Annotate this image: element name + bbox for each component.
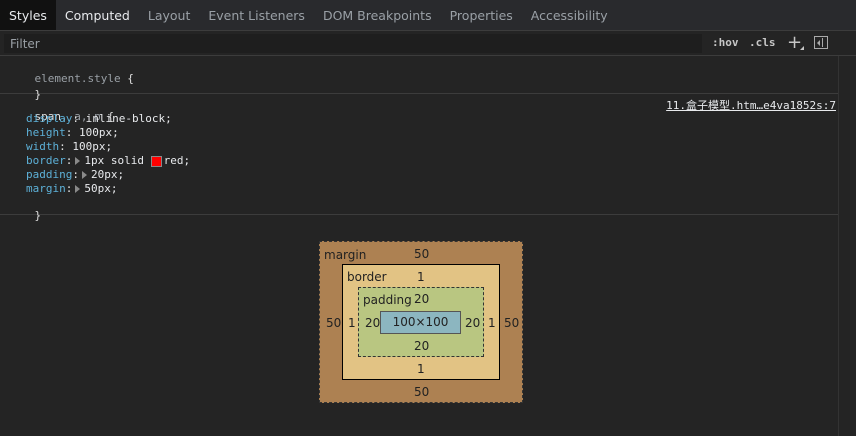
border-left-value[interactable]: 1 [348,316,356,330]
filter-input[interactable] [4,34,702,53]
margin-top-value[interactable]: 50 [414,247,429,261]
box-model-content[interactable]: 100×100 [380,311,461,334]
expand-triangle-icon[interactable] [81,171,87,179]
sidebar-tab-bar: Styles Computed Layout Event Listeners D… [0,0,856,31]
padding-left-value[interactable]: 20 [365,316,380,330]
margin-bottom-value[interactable]: 50 [414,385,429,399]
expand-triangle-icon[interactable] [75,157,81,165]
css-rule: span, a, p { 11.盒子模型.htm…e4va1852s:7 dis… [0,94,838,222]
color-swatch[interactable] [150,155,162,167]
rule-source-link[interactable]: 11.盒子模型.htm…e4va1852s:7 [666,97,836,113]
padding-top-value[interactable]: 20 [414,292,429,306]
scrollbar[interactable] [838,56,856,436]
declaration-display[interactable]: display: inline-block; [26,112,172,125]
declaration-height[interactable]: height: 100px; [26,126,119,139]
rule-open-brace: { [127,72,134,85]
tab-styles[interactable]: Styles [0,0,56,30]
border-label: border [347,270,387,284]
declaration-margin[interactable]: margin: 50px; [26,182,118,195]
element-style-selector: element.style [34,72,121,85]
tab-accessibility[interactable]: Accessibility [522,0,617,30]
rule-close-brace: } [34,209,42,222]
margin-right-value[interactable]: 50 [504,316,519,330]
border-bottom-value[interactable]: 1 [417,362,425,376]
expand-triangle-icon[interactable] [75,185,81,193]
declaration-padding[interactable]: padding: 20px; [26,168,124,181]
tab-event-listeners[interactable]: Event Listeners [199,0,314,30]
styles-toolbar: :hov .cls + [0,31,856,56]
tab-properties[interactable]: Properties [441,0,522,30]
tab-layout[interactable]: Layout [139,0,200,30]
cls-toggle-button[interactable]: .cls [749,36,776,49]
hov-toggle-button[interactable]: :hov [712,36,739,49]
element-style-rule: element.style { } [0,56,838,101]
margin-label: margin [324,248,367,262]
tab-computed[interactable]: Computed [56,0,139,30]
border-right-value[interactable]: 1 [488,316,496,330]
new-rule-corner-icon [800,46,804,50]
padding-label: padding [363,293,412,307]
border-top-value[interactable]: 1 [417,270,425,284]
padding-right-value[interactable]: 20 [465,316,480,330]
padding-bottom-value[interactable]: 20 [414,339,429,353]
margin-left-value[interactable]: 50 [326,316,341,330]
tab-dom-breakpoints[interactable]: DOM Breakpoints [314,0,441,30]
declaration-width[interactable]: width: 100px; [26,140,112,153]
toggle-sidebar-icon[interactable] [814,36,828,49]
declaration-border[interactable]: border: 1px solid red; [26,154,190,167]
